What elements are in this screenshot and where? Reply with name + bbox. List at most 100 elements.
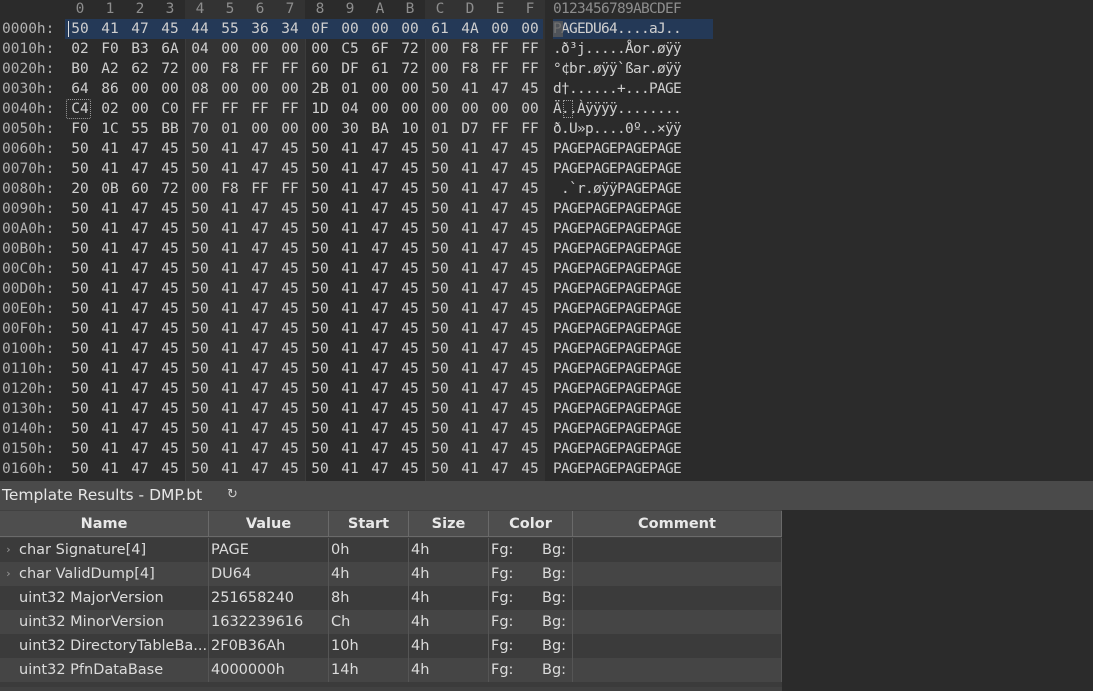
hex-byte[interactable]: 0F: [305, 19, 335, 39]
hex-byte[interactable]: 04: [185, 39, 215, 59]
hex-byte[interactable]: 50: [305, 279, 335, 299]
hex-byte[interactable]: 50: [425, 319, 455, 339]
bg-color-label[interactable]: Bg:: [542, 538, 566, 562]
hex-byte[interactable]: 45: [395, 319, 425, 339]
hex-byte[interactable]: 50: [425, 259, 455, 279]
hex-byte[interactable]: FF: [515, 59, 545, 79]
hex-byte[interactable]: 50: [305, 439, 335, 459]
hex-byte[interactable]: 50: [425, 179, 455, 199]
hex-byte[interactable]: 41: [215, 399, 245, 419]
hex-byte[interactable]: 47: [125, 139, 155, 159]
hex-byte[interactable]: 47: [365, 319, 395, 339]
hex-byte[interactable]: 36: [245, 19, 275, 39]
hex-byte[interactable]: 55: [215, 19, 245, 39]
hex-byte[interactable]: 47: [485, 399, 515, 419]
hex-byte[interactable]: 00: [515, 99, 545, 119]
hex-byte[interactable]: 50: [185, 139, 215, 159]
hex-byte[interactable]: 50: [305, 459, 335, 479]
hex-byte[interactable]: 50: [425, 139, 455, 159]
ascii-text[interactable]: d†......+...PAGE: [553, 79, 713, 99]
hex-byte[interactable]: 45: [275, 159, 305, 179]
hex-byte[interactable]: 47: [365, 459, 395, 479]
table-row[interactable]: › char Signature[4] PAGE 0h 4h Fg: Bg:: [0, 538, 782, 562]
hex-byte[interactable]: 41: [455, 139, 485, 159]
hex-byte[interactable]: 45: [155, 439, 185, 459]
hex-byte[interactable]: 47: [485, 319, 515, 339]
hex-byte[interactable]: DF: [335, 59, 365, 79]
ascii-text[interactable]: PAGEPAGEPAGEPAGE: [553, 419, 713, 439]
hex-byte[interactable]: 45: [395, 179, 425, 199]
hex-byte[interactable]: 45: [275, 399, 305, 419]
hex-byte[interactable]: F8: [455, 39, 485, 59]
hex-byte[interactable]: 50: [185, 379, 215, 399]
hex-byte[interactable]: 00: [455, 99, 485, 119]
hex-byte[interactable]: 50: [305, 319, 335, 339]
hex-byte[interactable]: 41: [335, 459, 365, 479]
hex-byte[interactable]: 50: [305, 259, 335, 279]
hex-byte[interactable]: 47: [245, 239, 275, 259]
hex-byte[interactable]: 47: [125, 199, 155, 219]
ascii-text[interactable]: PAGEPAGEPAGEPAGE: [553, 359, 713, 379]
hex-byte[interactable]: 47: [365, 299, 395, 319]
ascii-text[interactable]: PAGEPAGEPAGEPAGE: [553, 439, 713, 459]
hex-byte[interactable]: 41: [455, 439, 485, 459]
column-header-size[interactable]: Size: [409, 511, 489, 537]
hex-byte[interactable]: 41: [335, 399, 365, 419]
hex-byte[interactable]: 1D: [305, 99, 335, 119]
hex-byte[interactable]: 00: [395, 99, 425, 119]
hex-byte[interactable]: 50: [305, 359, 335, 379]
hex-byte[interactable]: 47: [125, 439, 155, 459]
hex-byte[interactable]: 41: [95, 339, 125, 359]
hex-byte[interactable]: 86: [95, 79, 125, 99]
hex-byte[interactable]: 50: [425, 79, 455, 99]
hex-byte[interactable]: 50: [305, 179, 335, 199]
hex-byte[interactable]: 41: [335, 319, 365, 339]
hex-byte[interactable]: B3: [125, 39, 155, 59]
ascii-text[interactable]: .`r.øÿÿPAGEPAGE: [553, 179, 713, 199]
hex-byte[interactable]: 50: [65, 199, 95, 219]
ascii-text[interactable]: PAGEPAGEPAGEPAGE: [553, 379, 713, 399]
hex-byte[interactable]: 41: [215, 379, 245, 399]
hex-byte[interactable]: 45: [395, 279, 425, 299]
hex-byte[interactable]: 45: [515, 459, 545, 479]
hex-byte[interactable]: 47: [365, 219, 395, 239]
hex-byte[interactable]: 47: [365, 339, 395, 359]
ascii-text[interactable]: PAGEPAGEPAGEPAGE: [553, 299, 713, 319]
hex-byte[interactable]: 50: [425, 239, 455, 259]
hex-byte[interactable]: 50: [65, 139, 95, 159]
hex-byte[interactable]: 41: [335, 139, 365, 159]
hex-byte[interactable]: 50: [65, 279, 95, 299]
hex-byte[interactable]: 50: [305, 139, 335, 159]
hex-byte[interactable]: 47: [245, 379, 275, 399]
hex-byte[interactable]: 45: [395, 439, 425, 459]
hex-byte[interactable]: 50: [425, 379, 455, 399]
hex-byte[interactable]: 45: [515, 239, 545, 259]
hex-byte[interactable]: 00: [125, 99, 155, 119]
hex-byte[interactable]: 41: [335, 279, 365, 299]
hex-byte[interactable]: 45: [155, 459, 185, 479]
column-header-value[interactable]: Value: [209, 511, 329, 537]
hex-byte[interactable]: 41: [335, 179, 365, 199]
hex-byte[interactable]: 00: [155, 79, 185, 99]
hex-byte[interactable]: 50: [65, 359, 95, 379]
hex-byte[interactable]: 01: [215, 119, 245, 139]
hex-byte[interactable]: F8: [455, 59, 485, 79]
hex-byte[interactable]: 47: [365, 439, 395, 459]
hex-byte[interactable]: 60: [125, 179, 155, 199]
hex-byte[interactable]: 41: [335, 239, 365, 259]
hex-byte[interactable]: 41: [335, 299, 365, 319]
hex-byte[interactable]: 47: [365, 159, 395, 179]
hex-byte[interactable]: 00: [215, 39, 245, 59]
hex-byte[interactable]: 00: [365, 19, 395, 39]
hex-byte[interactable]: 45: [275, 299, 305, 319]
hex-byte[interactable]: 45: [395, 459, 425, 479]
hex-byte[interactable]: 00: [245, 79, 275, 99]
hex-byte[interactable]: 64: [65, 79, 95, 99]
hex-byte[interactable]: FF: [275, 179, 305, 199]
hex-byte[interactable]: 50: [65, 159, 95, 179]
hex-byte[interactable]: FF: [515, 39, 545, 59]
hex-byte[interactable]: 50: [65, 259, 95, 279]
hex-byte[interactable]: 00: [485, 19, 515, 39]
hex-byte[interactable]: FF: [485, 119, 515, 139]
hex-byte[interactable]: 45: [275, 419, 305, 439]
